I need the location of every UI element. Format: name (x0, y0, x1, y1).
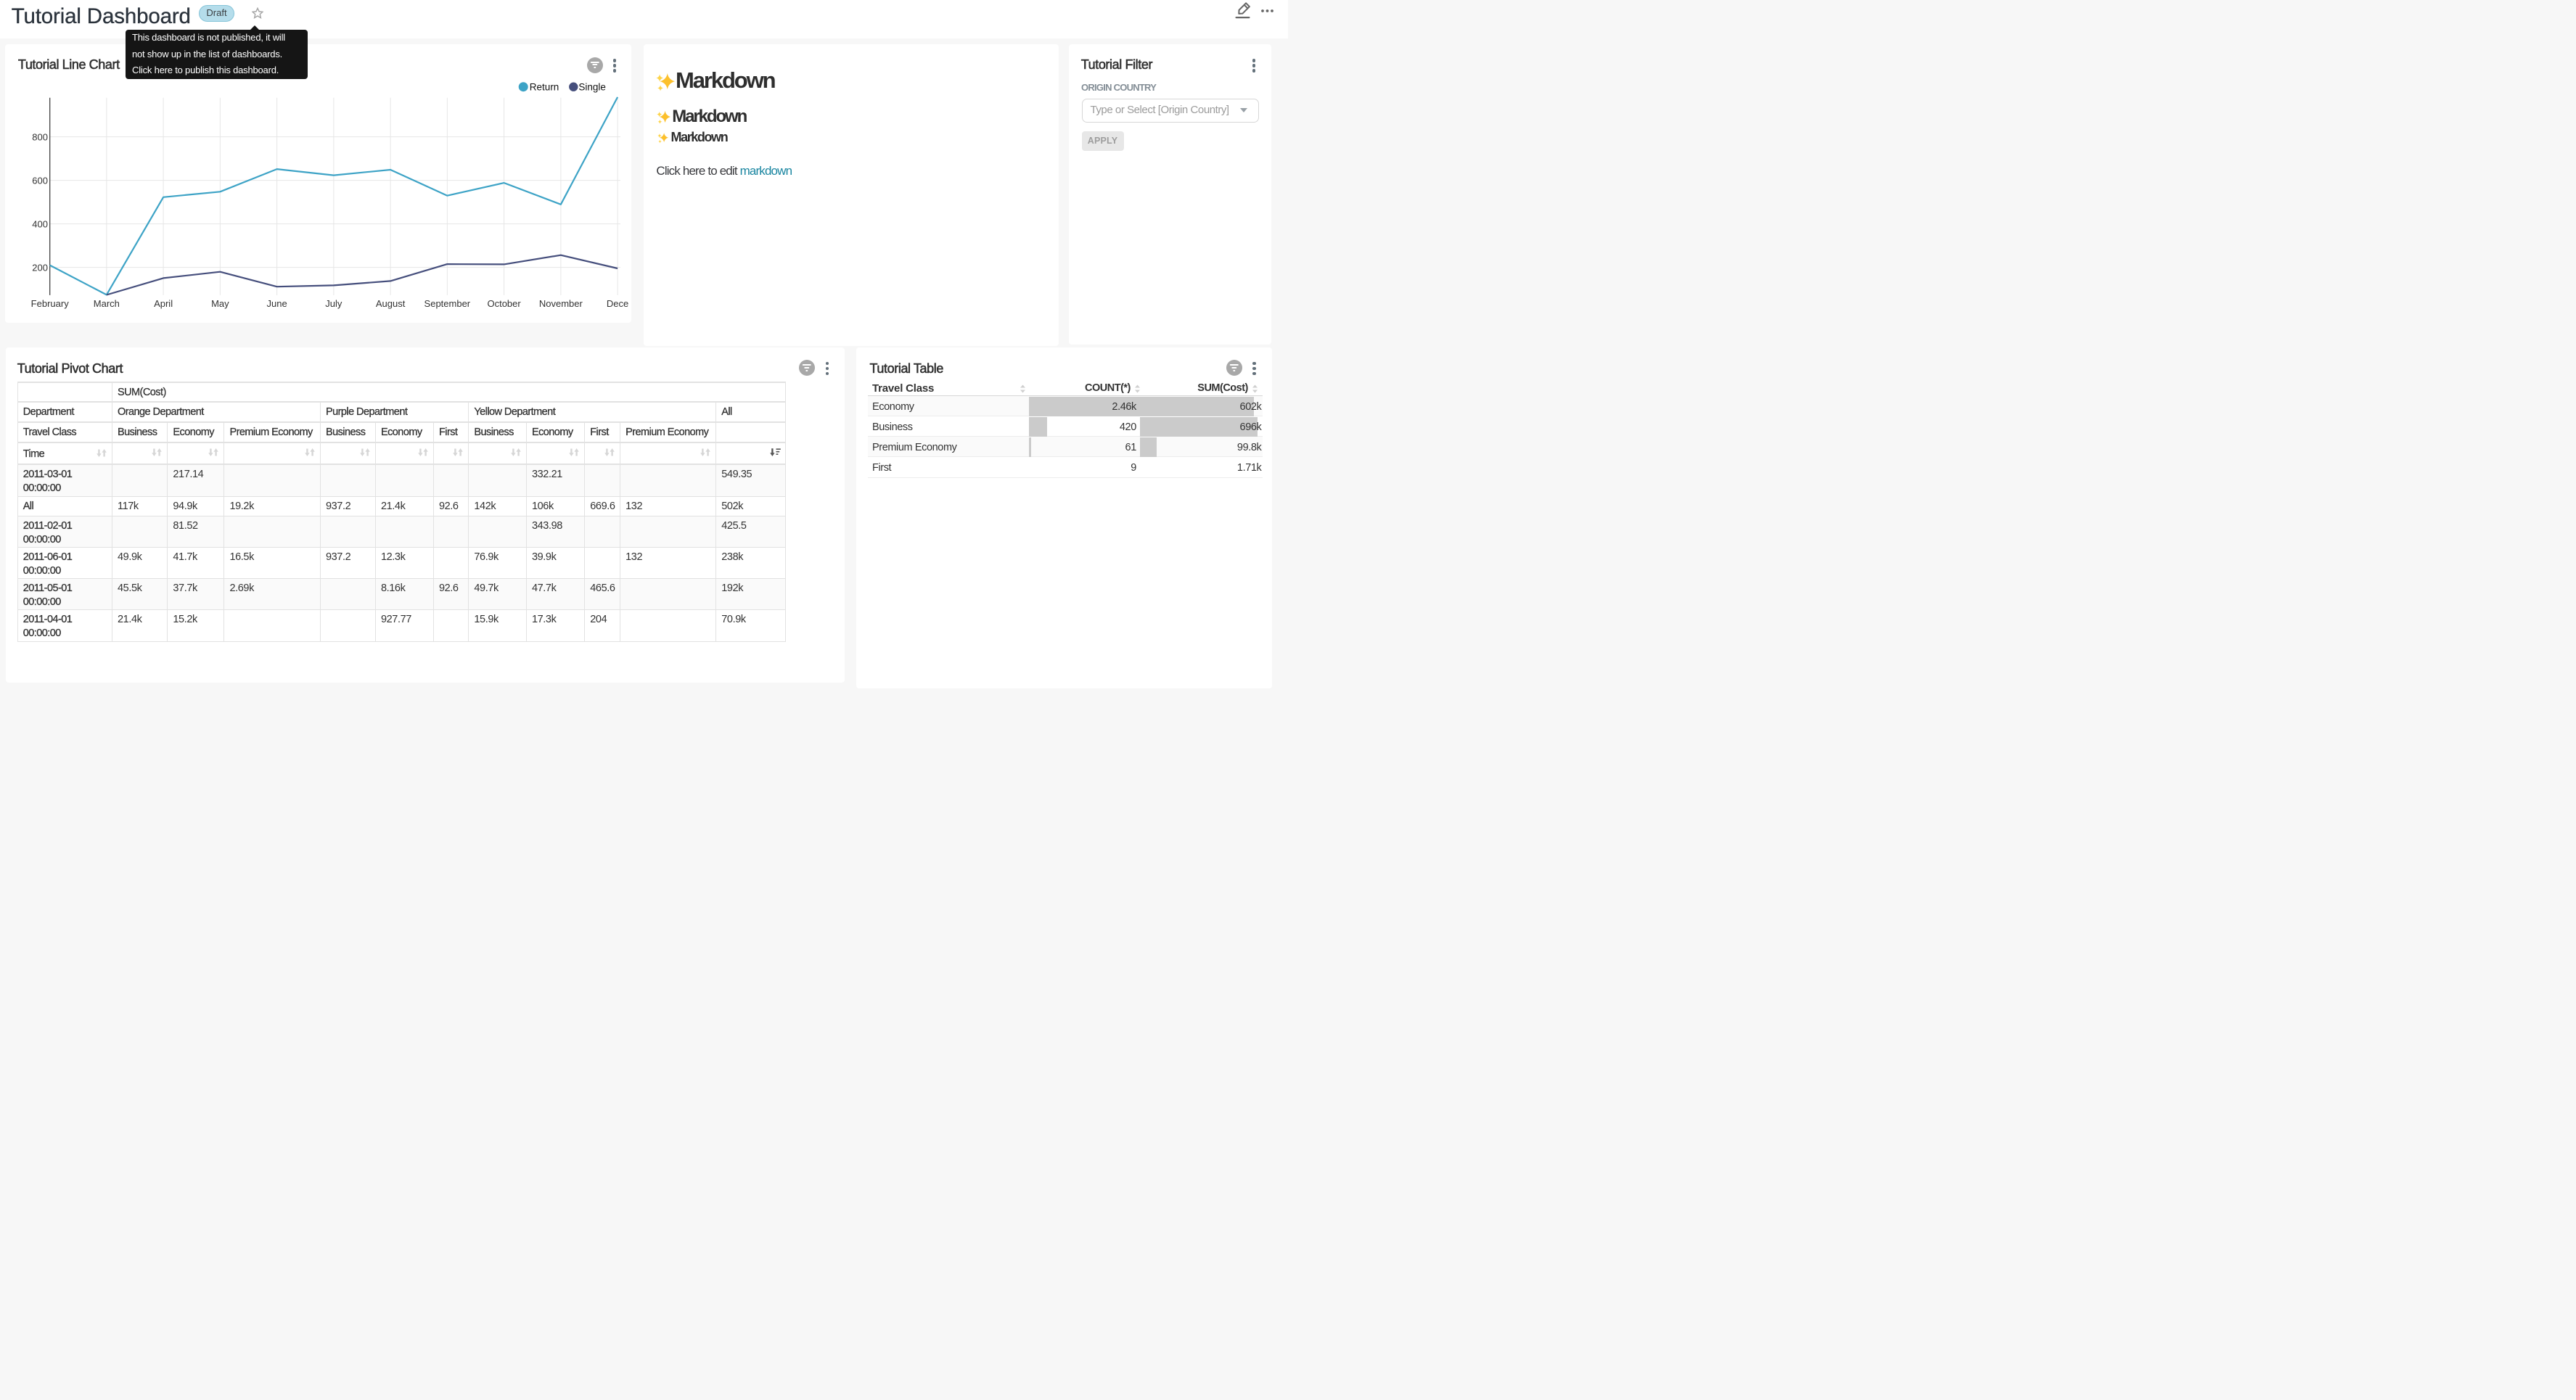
svg-text:February: February (31, 298, 70, 309)
svg-text:200: 200 (33, 262, 49, 273)
svg-text:September: September (424, 298, 471, 309)
svg-text:November: November (539, 298, 583, 309)
svg-text:July: July (326, 298, 343, 309)
svg-text:400: 400 (33, 218, 49, 229)
svg-text:Single: Single (579, 81, 607, 92)
svg-text:August: August (376, 298, 406, 309)
svg-text:600: 600 (33, 175, 49, 186)
svg-text:800: 800 (33, 131, 49, 142)
svg-text:Return: Return (530, 81, 559, 92)
svg-text:Dece: Dece (607, 298, 628, 309)
svg-text:April: April (154, 298, 173, 309)
svg-text:March: March (94, 298, 120, 309)
svg-text:October: October (488, 298, 522, 309)
svg-text:June: June (267, 298, 287, 309)
svg-text:May: May (211, 298, 229, 309)
